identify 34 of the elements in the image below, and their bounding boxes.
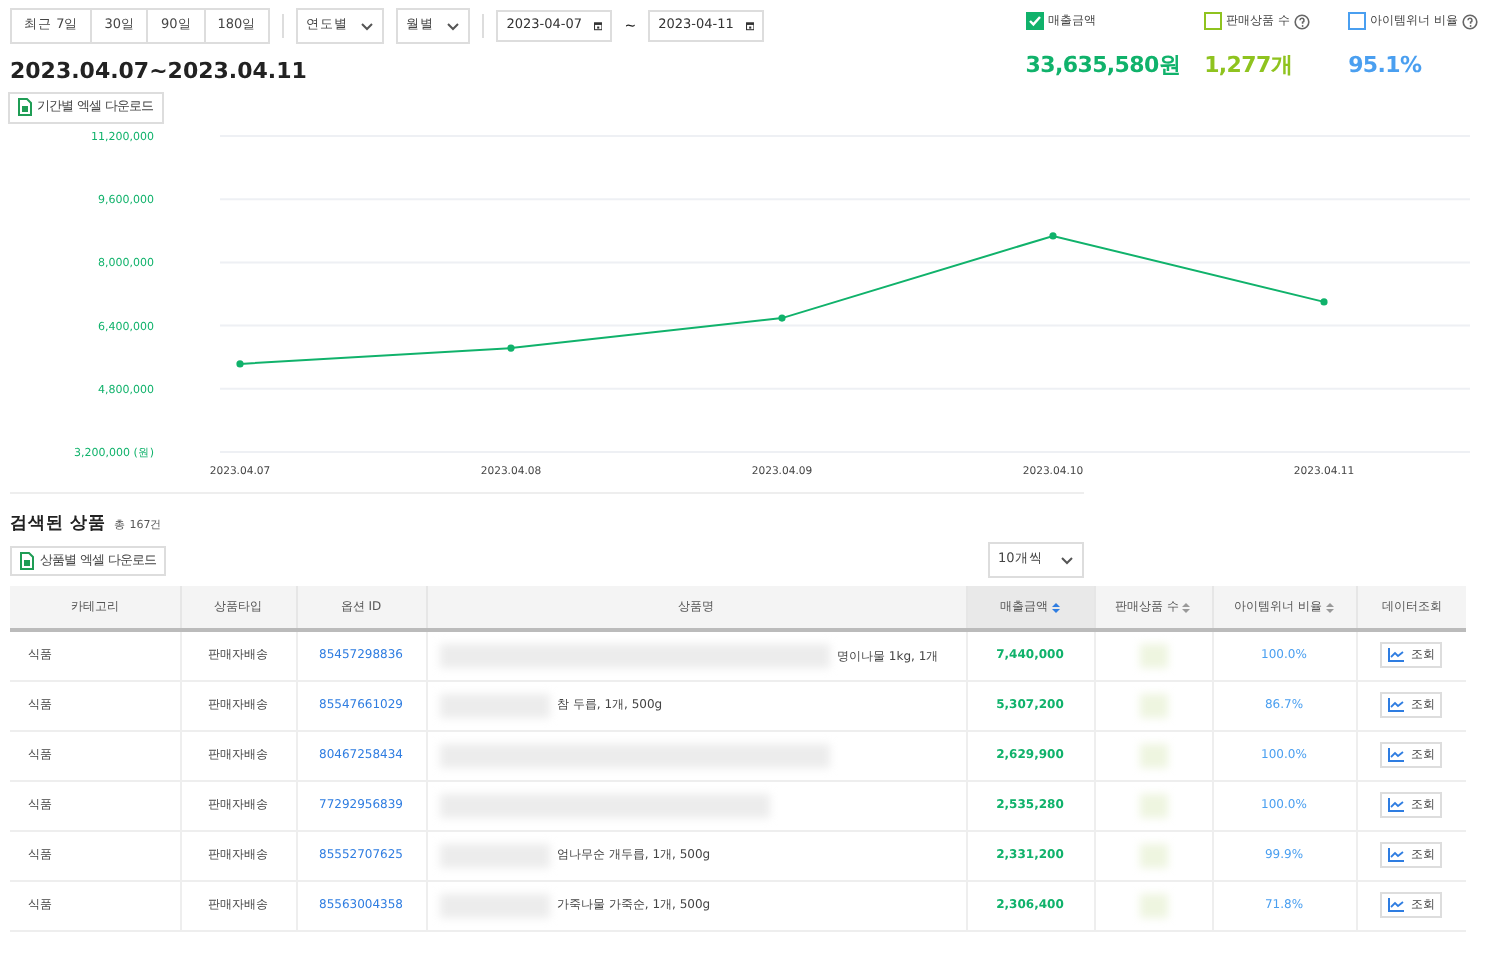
line-chart-icon (1388, 698, 1405, 713)
redacted-block (1139, 643, 1167, 668)
excel-file-icon (20, 551, 34, 570)
line-chart-icon (1388, 898, 1405, 913)
chevron-icon (446, 21, 461, 31)
metric-checkbox[interactable] (1348, 12, 1367, 30)
metric-checkbox[interactable] (1204, 12, 1223, 30)
data-point (778, 313, 786, 322)
calendar-icon[interactable] (745, 18, 755, 34)
data-point (1320, 297, 1328, 305)
redacted-block (1139, 893, 1167, 918)
metric-value: 1,277개 (1204, 50, 1295, 82)
help-icon[interactable] (1294, 13, 1310, 29)
help-icon[interactable] (1462, 13, 1478, 29)
chevron-icon (1060, 555, 1074, 566)
redacted-block (1139, 793, 1167, 818)
metric-value: 95.1% (1348, 50, 1424, 82)
line-chart-icon (1388, 848, 1405, 863)
metric-checkbox[interactable] (1025, 12, 1044, 30)
calendar-icon[interactable] (593, 18, 603, 34)
redacted-block (1139, 743, 1167, 768)
line-chart-icon (1388, 748, 1405, 763)
data-point (236, 359, 244, 367)
line-chart-icon (1388, 798, 1405, 813)
data-point (1049, 231, 1057, 239)
section-title: 검색된 상품 (10, 511, 106, 537)
chevron-icon (360, 21, 375, 31)
period-title: 2023.04.07~2023.04.11 (10, 56, 307, 88)
line-chart-icon (1388, 648, 1405, 663)
excel-file-icon (17, 98, 31, 117)
metric-value: 33,635,580원 (1025, 50, 1181, 82)
redacted-block (1139, 693, 1167, 718)
data-point (507, 343, 515, 352)
redacted-block (1139, 843, 1167, 868)
